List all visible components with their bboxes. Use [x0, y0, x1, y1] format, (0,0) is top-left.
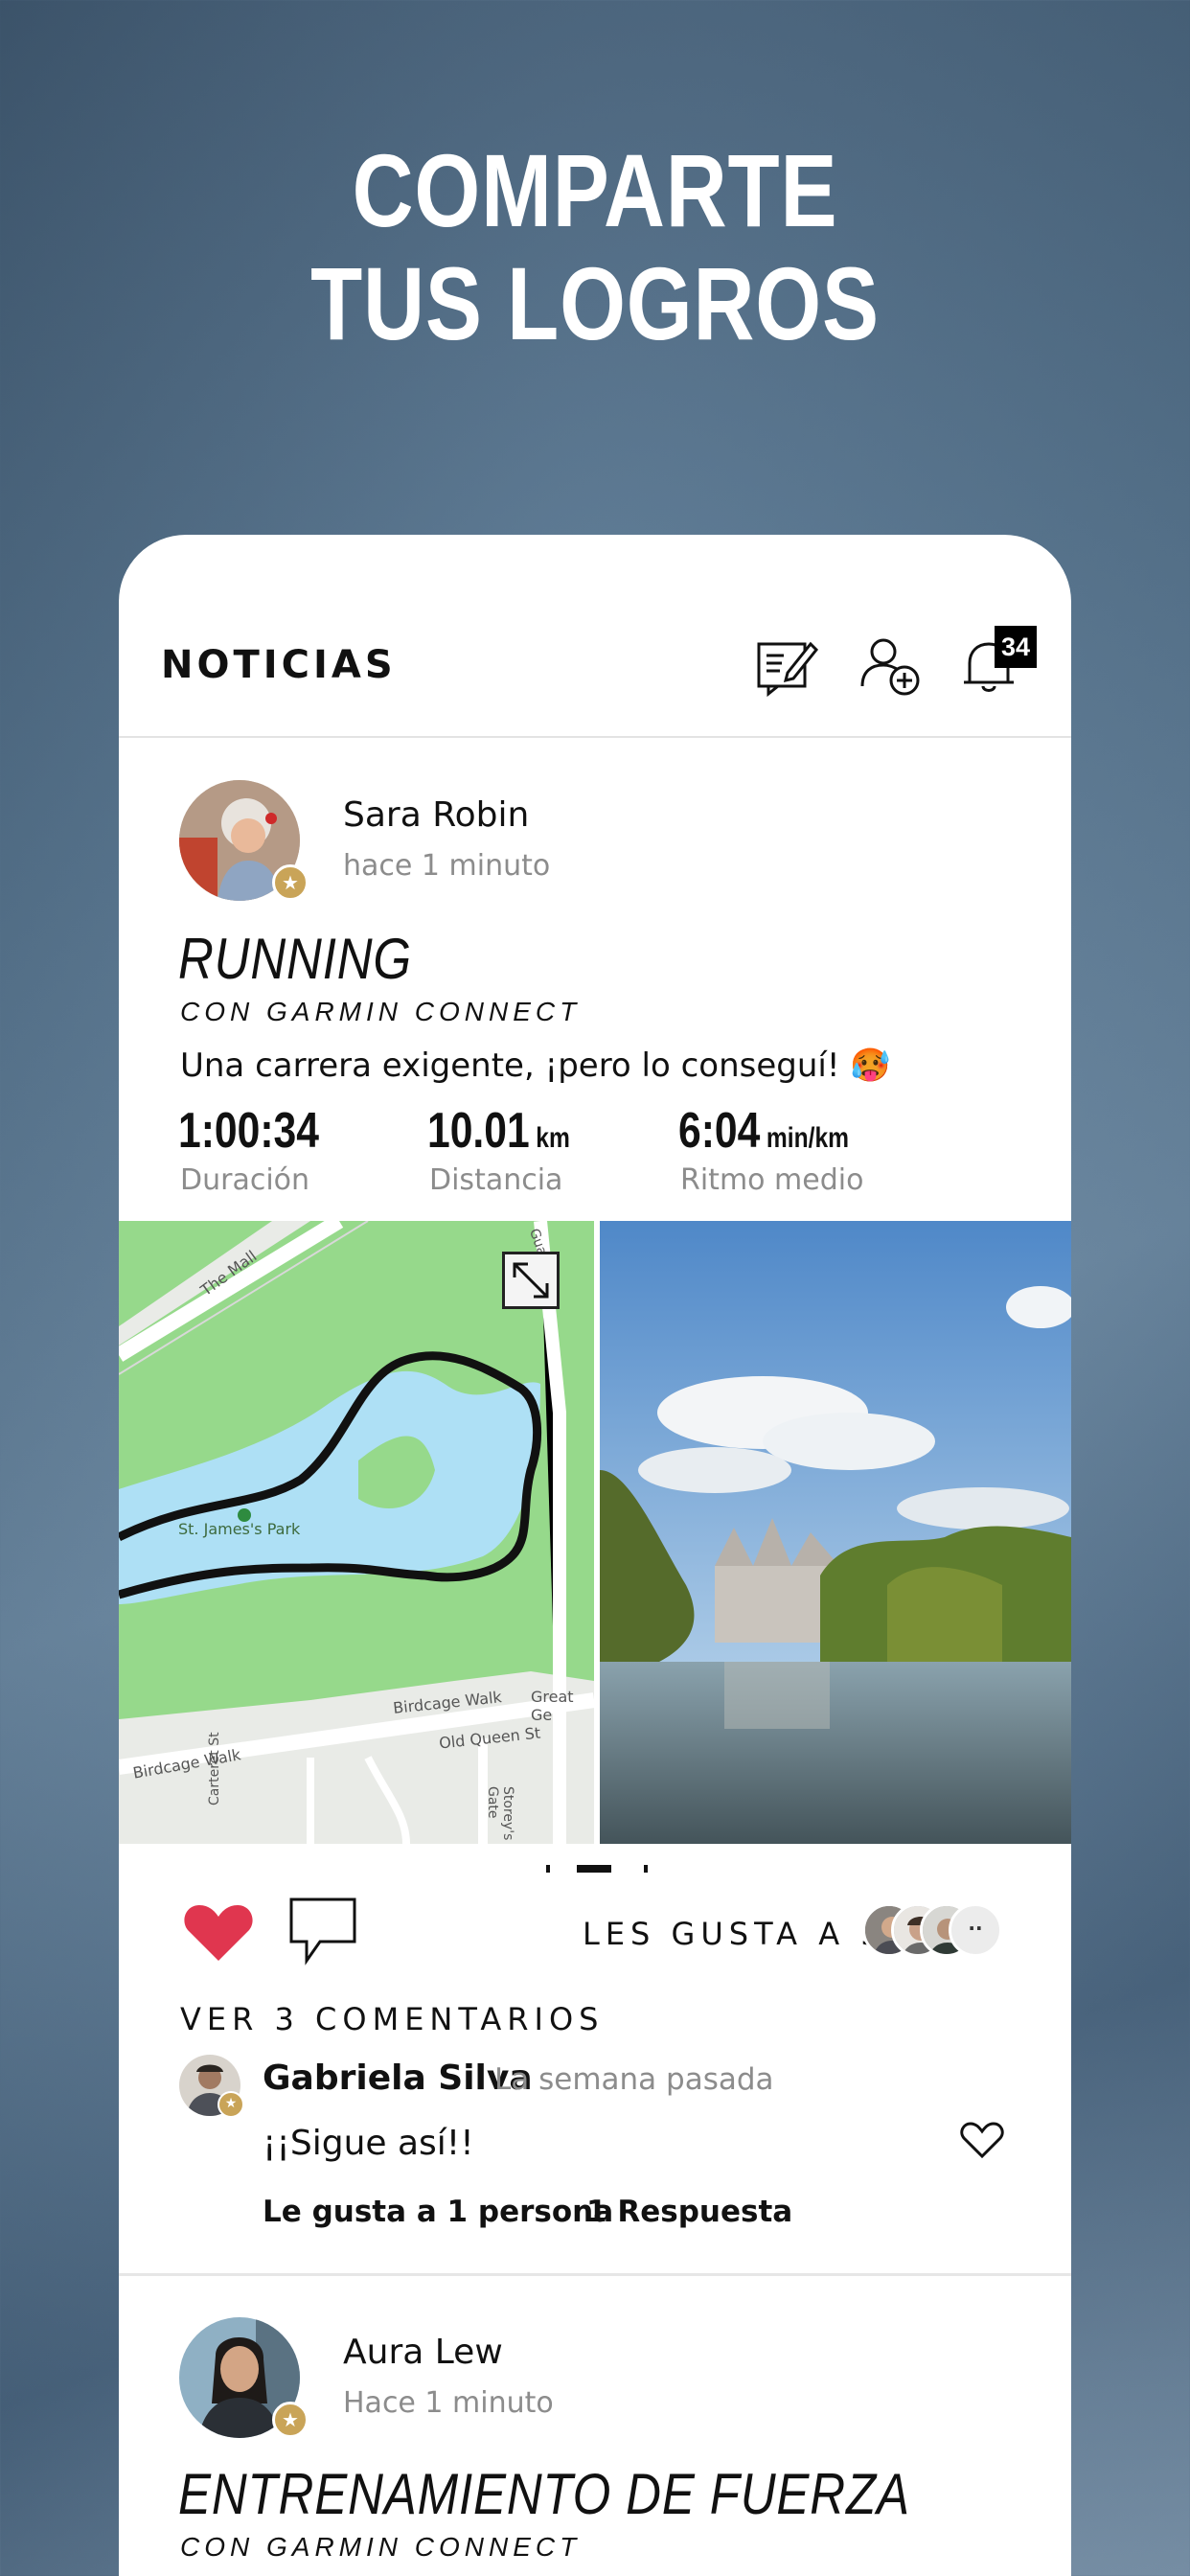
compose-icon[interactable]: [751, 631, 820, 700]
comment-like-button[interactable]: [960, 2120, 1004, 2160]
activity-source-2: CON GARMIN CONNECT: [180, 2532, 582, 2562]
more-likers[interactable]: ··: [949, 1903, 1002, 1957]
premium-badge-icon: ★: [272, 2402, 309, 2438]
stat-distance-value: 10.01 km: [427, 1103, 570, 1159]
map-label-storeys: Storey's Gate: [485, 1786, 515, 1841]
image-pager: [119, 1865, 1071, 1876]
pager-dot-active: [577, 1865, 611, 1873]
app-screen: NOTICIAS 34 ★ Sara Robin hace 1 minuto R…: [119, 535, 1071, 2576]
headline-line-1: COMPARTE: [352, 132, 838, 248]
pager-dot: [546, 1865, 550, 1873]
page-title: NOTICIAS: [161, 643, 397, 687]
stat-duration-label: Duración: [180, 1163, 310, 1197]
comment-replies[interactable]: 1 Respuesta: [586, 2195, 792, 2229]
stat-distance-label: Distancia: [429, 1163, 563, 1197]
notification-badge[interactable]: 34: [995, 626, 1037, 668]
comment-icon: [289, 1898, 356, 1966]
activity-source: CON GARMIN CONNECT: [180, 997, 582, 1026]
stat-duration-value: 1:00:34: [178, 1103, 319, 1159]
expand-map-button[interactable]: [502, 1252, 560, 1309]
comment-text: ¡¡Sigue así!!: [263, 2124, 474, 2163]
post-divider: [119, 2273, 1071, 2276]
post-description: Una carrera exigente, ¡pero lo conseguí!…: [180, 1046, 891, 1085]
author-name[interactable]: Sara Robin: [343, 795, 529, 835]
premium-badge-icon: ★: [272, 864, 309, 901]
expand-icon: [513, 1262, 549, 1299]
likers-avatars[interactable]: ··: [862, 1903, 1054, 1961]
pager-dot: [644, 1865, 648, 1873]
heart-outline-icon: [960, 2122, 1004, 2159]
comment-premium-badge-icon: ★: [217, 2091, 244, 2118]
comment-author[interactable]: Gabriela Silva: [263, 2058, 533, 2098]
likes-count[interactable]: LES GUSTA A 5: [583, 1916, 886, 1952]
route-map[interactable]: The Mall St. James's Park Birdcage Walk …: [119, 1221, 594, 1844]
author-name-2[interactable]: Aura Lew: [343, 2333, 503, 2372]
top-bar: NOTICIAS 34: [119, 535, 1071, 738]
activity-photo[interactable]: [600, 1221, 1071, 1844]
comment-button[interactable]: [287, 1894, 358, 1968]
activity-title-2[interactable]: ENTRENAMIENTO DE FUERZA: [178, 2461, 910, 2527]
like-button[interactable]: [182, 1899, 255, 1966]
add-friend-icon[interactable]: [855, 631, 924, 700]
view-comments-link[interactable]: VER 3 COMENTARIOS: [180, 2001, 604, 2037]
comment-time: La semana pasada: [494, 2062, 774, 2097]
map-label-great: Great Ge: [531, 1688, 574, 1724]
headline-line-2: TUS LOGROS: [310, 245, 880, 361]
post-time-2: Hace 1 minuto: [343, 2386, 554, 2420]
stat-pace-value: 6:04 min/km: [678, 1103, 850, 1159]
heart-icon: [184, 1905, 253, 1961]
map-label-carteret: Carteret St: [207, 1732, 222, 1806]
activity-title[interactable]: RUNNING: [178, 926, 412, 992]
post-time: hace 1 minuto: [343, 849, 551, 883]
stat-pace-label: Ritmo medio: [680, 1163, 864, 1197]
comment-likes[interactable]: Le gusta a 1 persona: [263, 2195, 613, 2229]
promo-headline: COMPARTE TUS LOGROS: [107, 134, 1083, 360]
map-label-park: St. James's Park: [178, 1520, 301, 1538]
